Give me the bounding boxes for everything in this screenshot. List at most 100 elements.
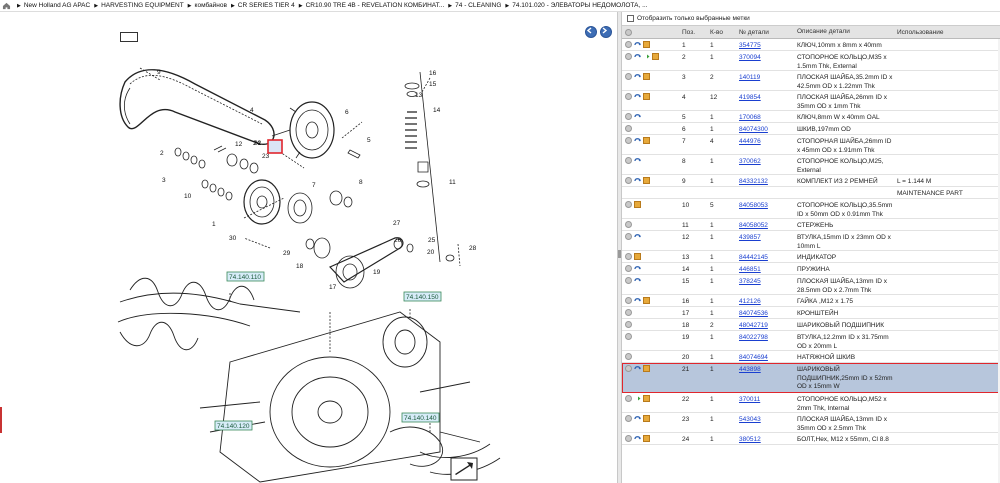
table-row[interactable]: 23 1 543043 ПЛОСКАЯ ШАЙБА,13mm ID x 35mm OD…: [622, 413, 1000, 433]
package-icon[interactable]: [652, 53, 659, 60]
table-row[interactable]: 16 1 412126 ГАЙКА ,M12 x 1.75: [622, 295, 1000, 307]
part-number-link[interactable]: 380512: [739, 436, 761, 443]
table-row[interactable]: 15 1 378245 ПЛОСКАЯ ШАЙБА,13mm ID x 28.5mm …: [622, 275, 1000, 295]
link-icon[interactable]: [634, 157, 641, 164]
table-row[interactable]: 5 1 170068 КЛЮЧ,8mm W x 40mm OAL: [622, 111, 1000, 123]
part-number-link[interactable]: 140119: [739, 74, 760, 81]
package-icon[interactable]: [643, 297, 650, 304]
table-row[interactable]: MAINTENANCE PART: [622, 187, 1000, 199]
package-icon[interactable]: [643, 435, 650, 442]
package-icon[interactable]: [643, 415, 650, 422]
package-icon[interactable]: [643, 41, 650, 48]
callout-12[interactable]: 12: [235, 141, 243, 148]
link-icon[interactable]: [634, 265, 641, 272]
callout-23[interactable]: 23: [262, 153, 270, 160]
info-icon[interactable]: [625, 253, 632, 260]
link-icon[interactable]: [634, 73, 641, 80]
breadcrumb-item[interactable]: комбайнов: [195, 2, 227, 9]
part-number-link[interactable]: 443898: [739, 366, 761, 373]
next-page-button[interactable]: [600, 26, 612, 38]
info-icon[interactable]: [625, 435, 632, 442]
part-number-link[interactable]: 84058052: [739, 222, 768, 229]
part-number-link[interactable]: 370094: [739, 54, 761, 61]
splitter-grip-icon[interactable]: [618, 250, 621, 258]
part-number-link[interactable]: 370011: [739, 396, 760, 403]
link-icon[interactable]: [634, 233, 641, 240]
table-row[interactable]: 3 2 140119 ПЛОСКАЯ ШАЙБА,35.2mm ID x 42.5mm…: [622, 71, 1000, 91]
table-row[interactable]: 12 1 439857 ВТУЛКА,15mm ID x 23mm OD x 10mm…: [622, 231, 1000, 251]
breadcrumb-item[interactable]: CR10.90 TRE 4B - REVELATION КОМБИНАТ...: [306, 2, 445, 9]
table-row[interactable]: 13 1 84442145 ИНДИКАТОР: [622, 251, 1000, 263]
part-number-link[interactable]: 84074536: [739, 310, 768, 317]
callout-26[interactable]: 26: [394, 237, 402, 244]
replacement-arrow-icon[interactable]: [634, 395, 641, 402]
part-number-link[interactable]: 170068: [739, 114, 761, 121]
header-usage[interactable]: Использование: [895, 29, 1000, 36]
table-row[interactable]: 19 1 84022798 ВТУЛКА,12.2mm ID x 31.75mm OD…: [622, 331, 1000, 351]
callout-20[interactable]: 20: [427, 249, 435, 256]
package-icon[interactable]: [643, 365, 650, 372]
callout-28[interactable]: 28: [469, 245, 477, 252]
info-icon[interactable]: [625, 321, 632, 328]
table-row[interactable]: 24 1 380512 БОЛТ,Hex, M12 x 55mm, Cl 8.8: [622, 433, 1000, 445]
part-number-link[interactable]: 446851: [739, 266, 761, 273]
package-icon[interactable]: [634, 253, 641, 260]
view-toggle-icon[interactable]: [120, 32, 138, 42]
table-row[interactable]: 2 1 370094 СТОПОРНОЕ КОЛЬЦО,M35 x 1.5mm Thk…: [622, 51, 1000, 71]
link-icon[interactable]: [634, 365, 641, 372]
callout-7[interactable]: 7: [312, 182, 316, 189]
part-number-link[interactable]: 378245: [739, 278, 761, 285]
callout-30[interactable]: 30: [229, 235, 237, 242]
part-number-link[interactable]: 370062: [739, 158, 761, 165]
callout-11[interactable]: 11: [449, 179, 456, 186]
info-icon[interactable]: [625, 353, 632, 360]
package-icon[interactable]: [634, 201, 641, 208]
ref-tag[interactable]: 74.140.140: [404, 415, 437, 422]
info-icon[interactable]: [625, 73, 632, 80]
link-icon[interactable]: [634, 277, 641, 284]
info-icon[interactable]: [625, 53, 632, 60]
table-row[interactable]: 4 12 419854 ПЛОСКАЯ ШАЙБА,26mm ID x 35mm OD…: [622, 91, 1000, 111]
link-icon[interactable]: [634, 113, 641, 120]
table-row[interactable]: 11 1 84058052 СТЕРЖЕНЬ: [622, 219, 1000, 231]
info-icon[interactable]: [625, 277, 632, 284]
callout-14[interactable]: 14: [433, 107, 441, 114]
part-number-link[interactable]: 439857: [739, 234, 761, 241]
header-part-number[interactable]: № детали: [737, 29, 795, 36]
info-icon[interactable]: [625, 365, 632, 372]
link-icon[interactable]: [634, 93, 641, 100]
table-row[interactable]: 1 1 354775 КЛЮЧ,10mm x 8mm x 40mm: [622, 39, 1000, 51]
part-number-link[interactable]: 84074694: [739, 354, 768, 361]
package-icon[interactable]: [643, 137, 650, 144]
ref-tag[interactable]: 74.140.110: [229, 274, 261, 281]
link-icon[interactable]: [634, 53, 641, 60]
package-icon[interactable]: [643, 73, 650, 80]
callout-1[interactable]: 1: [212, 221, 216, 228]
link-icon[interactable]: [634, 137, 641, 144]
callout-18[interactable]: 18: [296, 263, 304, 270]
part-number-link[interactable]: 412126: [739, 298, 761, 305]
table-row[interactable]: 6 1 84074300 ШКИВ,197mm OD: [622, 123, 1000, 135]
info-icon[interactable]: [625, 233, 632, 240]
table-row[interactable]: 18 2 48042719 ШАРИКОВЫЙ ПОДШИПНИК: [622, 319, 1000, 331]
breadcrumb-item[interactable]: 74 - CLEANING: [455, 2, 501, 9]
part-number-link[interactable]: 354775: [739, 42, 761, 49]
callout-13[interactable]: 13: [415, 92, 423, 99]
callout-4[interactable]: 4: [250, 107, 254, 114]
part-number-link[interactable]: 419854: [739, 94, 761, 101]
callout-2[interactable]: 2: [160, 150, 164, 157]
table-row[interactable]: 17 1 84074536 КРОНШТЕЙН: [622, 307, 1000, 319]
part-number-link[interactable]: 543043: [739, 416, 761, 423]
callout-29[interactable]: 29: [283, 250, 291, 257]
part-number-link[interactable]: 444976: [739, 138, 761, 145]
part-number-link[interactable]: 84332132: [739, 178, 768, 185]
callout-8[interactable]: 8: [359, 179, 363, 186]
part-number-link[interactable]: 84058053: [739, 202, 768, 209]
callout-24[interactable]: 24: [253, 140, 261, 147]
info-icon[interactable]: [625, 137, 632, 144]
callout-27[interactable]: 27: [393, 220, 401, 227]
home-icon[interactable]: [2, 2, 11, 10]
table-row[interactable]: 9 1 84332132 КОМПЛЕКТ ИЗ 2 РЕМНЕЙ L = 1.144 …: [622, 175, 1000, 187]
callout-25[interactable]: 25: [428, 237, 436, 244]
link-icon[interactable]: [634, 297, 641, 304]
